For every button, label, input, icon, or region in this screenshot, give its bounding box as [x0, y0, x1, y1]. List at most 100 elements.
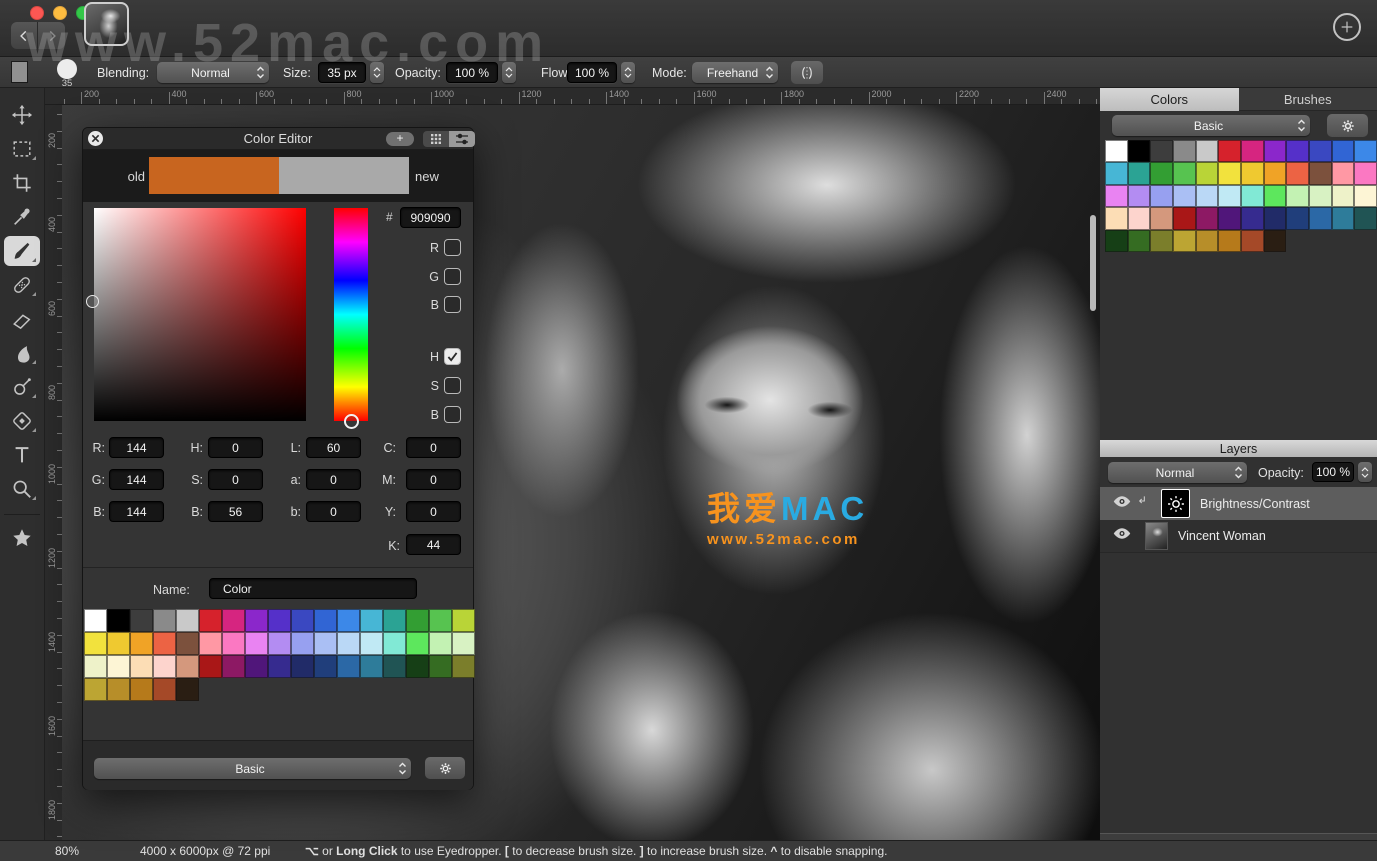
minimize-window-button[interactable] — [53, 6, 67, 20]
color-swatch[interactable] — [176, 632, 199, 655]
color-swatch[interactable] — [1286, 140, 1309, 163]
color-swatch[interactable] — [1286, 162, 1309, 185]
color-swatch[interactable] — [1240, 184, 1264, 208]
color-swatch[interactable] — [245, 632, 268, 655]
color-swatch[interactable] — [1308, 162, 1332, 185]
color-swatch[interactable] — [107, 655, 130, 678]
layer-blend-dropdown[interactable]: Normal — [1108, 462, 1247, 483]
color-swatch[interactable] — [406, 632, 429, 655]
color-swatch[interactable] — [1263, 229, 1287, 252]
color-swatch[interactable] — [130, 632, 153, 655]
color-swatch[interactable] — [1218, 184, 1241, 208]
channel-checkbox-B-2[interactable] — [444, 296, 461, 313]
color-swatch[interactable] — [406, 609, 429, 632]
color-swatch[interactable] — [337, 609, 360, 632]
hex-field[interactable]: 909090 — [400, 207, 461, 228]
tab-colors[interactable]: Colors — [1100, 88, 1239, 111]
value-field-0-3[interactable]: 0 — [406, 437, 461, 458]
color-swatch[interactable] — [452, 609, 475, 632]
color-editor-header[interactable]: Color Editor + — [83, 128, 475, 150]
color-swatch[interactable] — [383, 632, 406, 655]
color-swatch[interactable] — [1331, 184, 1355, 208]
tool-fill[interactable] — [4, 406, 40, 436]
tab-brushes[interactable]: Brushes — [1238, 88, 1377, 111]
color-swatch[interactable] — [268, 655, 291, 678]
color-swatch[interactable] — [452, 632, 475, 655]
color-swatch[interactable] — [1105, 184, 1128, 208]
value-field-0-1[interactable]: 0 — [208, 437, 263, 458]
color-swatch[interactable] — [1127, 184, 1151, 208]
colors-preset-dropdown[interactable]: Basic — [1112, 115, 1310, 136]
color-swatch[interactable] — [1331, 162, 1355, 185]
color-swatch[interactable] — [222, 609, 245, 632]
color-swatch[interactable] — [314, 632, 337, 655]
tool-move[interactable] — [4, 100, 40, 130]
old-color-swatch[interactable] — [149, 157, 279, 194]
color-swatch[interactable] — [1331, 207, 1355, 230]
color-swatch[interactable] — [337, 632, 360, 655]
color-swatch[interactable] — [153, 609, 176, 632]
layer-opacity-stepper[interactable] — [1358, 462, 1372, 482]
value-field-1-1[interactable]: 0 — [208, 469, 263, 490]
current-color-chip[interactable] — [11, 61, 28, 83]
brush-preview-icon[interactable] — [57, 59, 77, 79]
color-swatch[interactable] — [1240, 229, 1264, 252]
layer-row-0[interactable]: Brightness/Contrast — [1100, 487, 1377, 520]
color-swatch[interactable] — [1105, 207, 1128, 230]
tool-text[interactable] — [4, 440, 40, 470]
color-swatch[interactable] — [337, 655, 360, 678]
color-swatch[interactable] — [1172, 207, 1196, 230]
tool-eyedropper[interactable] — [4, 202, 40, 232]
hue-slider-cursor[interactable] — [344, 414, 359, 429]
hue-slider[interactable] — [334, 208, 368, 421]
channel-checkbox-R-0[interactable] — [444, 239, 461, 256]
color-swatch[interactable] — [153, 678, 176, 701]
color-swatch[interactable] — [1195, 207, 1219, 230]
color-swatch[interactable] — [268, 609, 291, 632]
color-swatch[interactable] — [1150, 229, 1173, 252]
tool-select[interactable] — [4, 134, 40, 164]
value-field-2-2[interactable]: 0 — [306, 501, 361, 522]
color-swatch[interactable] — [360, 655, 383, 678]
value-field-1-0[interactable]: 144 — [109, 469, 164, 490]
color-swatch[interactable] — [1172, 140, 1196, 163]
k-field[interactable]: 44 — [406, 534, 461, 555]
color-swatch[interactable] — [176, 678, 199, 701]
color-swatch[interactable] — [1263, 207, 1287, 230]
color-swatch[interactable] — [1150, 207, 1173, 230]
color-swatch[interactable] — [153, 632, 176, 655]
color-swatch[interactable] — [314, 609, 337, 632]
color-swatch[interactable] — [1150, 184, 1173, 208]
color-swatch[interactable] — [130, 609, 153, 632]
color-swatch[interactable] — [429, 632, 452, 655]
tool-favorites[interactable] — [4, 523, 40, 553]
flow-stepper[interactable] — [621, 62, 635, 83]
color-swatch[interactable] — [107, 678, 130, 701]
size-stepper[interactable] — [370, 62, 384, 83]
palette-settings-button[interactable] — [425, 757, 465, 779]
layer-thumbnail[interactable] — [1145, 522, 1168, 550]
color-swatch[interactable] — [199, 609, 222, 632]
sliders-view-button[interactable] — [449, 131, 475, 147]
color-swatch[interactable] — [1195, 184, 1219, 208]
color-swatch[interactable] — [1240, 140, 1264, 163]
tool-zoom[interactable] — [4, 474, 40, 504]
color-swatch[interactable] — [1308, 207, 1332, 230]
color-swatch[interactable] — [84, 609, 107, 632]
color-swatch[interactable] — [84, 632, 107, 655]
blending-dropdown[interactable]: Normal — [157, 62, 269, 83]
color-swatch[interactable] — [107, 632, 130, 655]
color-swatch[interactable] — [245, 609, 268, 632]
palette-preset-dropdown[interactable]: Basic — [94, 758, 411, 779]
color-swatch[interactable] — [452, 655, 475, 678]
color-swatch[interactable] — [1354, 162, 1377, 185]
value-field-2-3[interactable]: 0 — [406, 501, 461, 522]
layer-visibility-toggle[interactable] — [1113, 527, 1133, 545]
color-swatch[interactable] — [291, 632, 314, 655]
layer-opacity-field[interactable]: 100 % — [1312, 462, 1354, 482]
color-swatch[interactable] — [1172, 184, 1196, 208]
color-swatch[interactable] — [1172, 229, 1196, 252]
mode-dropdown[interactable]: Freehand — [692, 62, 778, 83]
color-name-field[interactable]: Color — [209, 578, 417, 599]
color-swatch[interactable] — [1263, 184, 1287, 208]
